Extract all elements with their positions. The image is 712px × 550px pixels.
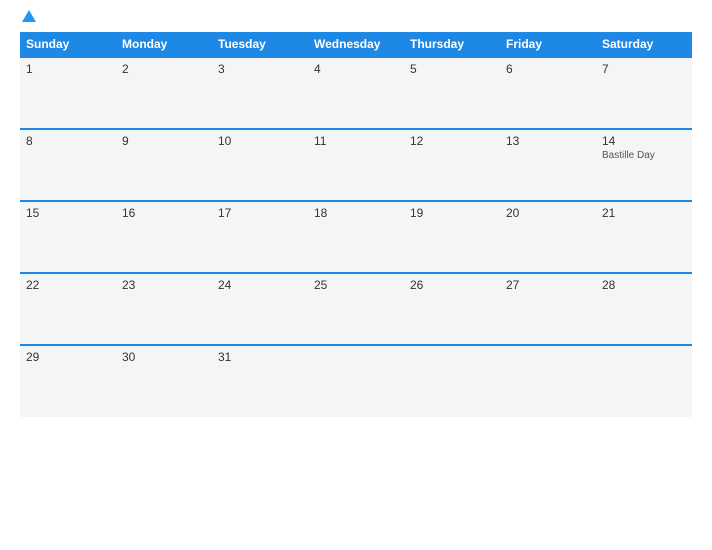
day-number: 7: [602, 62, 686, 76]
day-number: 16: [122, 206, 206, 220]
calendar-cell: 4: [308, 57, 404, 129]
calendar-week-3: 22 23 24 25 26 27 28: [20, 273, 692, 345]
calendar-cell: 29: [20, 345, 116, 417]
calendar-cell: [500, 345, 596, 417]
day-number: 22: [26, 278, 110, 292]
day-number: 25: [314, 278, 398, 292]
calendar-cell: 30: [116, 345, 212, 417]
calendar-body: 1234567891011121314Bastille Day151617181…: [20, 57, 692, 417]
day-number: 31: [218, 350, 302, 364]
calendar-cell: 14 Bastille Day: [596, 129, 692, 201]
calendar-header: SundayMondayTuesdayWednesdayThursdayFrid…: [20, 32, 692, 57]
calendar-table: SundayMondayTuesdayWednesdayThursdayFrid…: [20, 32, 692, 417]
calendar-cell: 24: [212, 273, 308, 345]
calendar-cell: 6: [500, 57, 596, 129]
day-number: 27: [506, 278, 590, 292]
logo: [20, 10, 36, 24]
day-number: 15: [26, 206, 110, 220]
calendar-cell: 22: [20, 273, 116, 345]
weekday-header-row: SundayMondayTuesdayWednesdayThursdayFrid…: [20, 32, 692, 57]
calendar-cell: [308, 345, 404, 417]
calendar-cell: [404, 345, 500, 417]
weekday-header-friday: Friday: [500, 32, 596, 57]
day-number: 14: [602, 134, 686, 148]
logo-triangle-icon: [22, 10, 36, 22]
calendar-cell: 11: [308, 129, 404, 201]
calendar-week-4: 29 30 31: [20, 345, 692, 417]
calendar-cell: 18: [308, 201, 404, 273]
calendar-cell: 13: [500, 129, 596, 201]
day-number: 20: [506, 206, 590, 220]
calendar-cell: 9: [116, 129, 212, 201]
day-number: 1: [26, 62, 110, 76]
calendar-week-1: 89 10 11 12 13 14 Bastille Day: [20, 129, 692, 201]
calendar-cell: 15: [20, 201, 116, 273]
day-number: 21: [602, 206, 686, 220]
day-number: 24: [218, 278, 302, 292]
calendar-cell: 12: [404, 129, 500, 201]
day-number: 8: [26, 134, 110, 148]
day-number: 10: [218, 134, 302, 148]
calendar-week-2: 15 16 17 18 19 20 21: [20, 201, 692, 273]
weekday-header-tuesday: Tuesday: [212, 32, 308, 57]
top-bar: [20, 10, 692, 24]
calendar-cell: 17: [212, 201, 308, 273]
weekday-header-saturday: Saturday: [596, 32, 692, 57]
calendar-cell: 21: [596, 201, 692, 273]
day-number: 26: [410, 278, 494, 292]
calendar-cell: 7: [596, 57, 692, 129]
day-number: 5: [410, 62, 494, 76]
weekday-header-thursday: Thursday: [404, 32, 500, 57]
calendar-week-0: 1234567: [20, 57, 692, 129]
calendar-cell: 19: [404, 201, 500, 273]
calendar-cell: 27: [500, 273, 596, 345]
day-number: 28: [602, 278, 686, 292]
calendar-cell: 5: [404, 57, 500, 129]
day-number: 2: [122, 62, 206, 76]
day-number: 30: [122, 350, 206, 364]
weekday-header-monday: Monday: [116, 32, 212, 57]
calendar-cell: 8: [20, 129, 116, 201]
calendar-cell: 3: [212, 57, 308, 129]
calendar-cell: 26: [404, 273, 500, 345]
holiday-name: Bastille Day: [602, 150, 686, 161]
day-number: 13: [506, 134, 590, 148]
calendar-cell: 20: [500, 201, 596, 273]
calendar-cell: 28: [596, 273, 692, 345]
day-number: 11: [314, 134, 398, 148]
day-number: 23: [122, 278, 206, 292]
calendar-cell: 25: [308, 273, 404, 345]
weekday-header-sunday: Sunday: [20, 32, 116, 57]
day-number: 29: [26, 350, 110, 364]
day-number: 3: [218, 62, 302, 76]
day-number: 6: [506, 62, 590, 76]
day-number: 18: [314, 206, 398, 220]
calendar-cell: 2: [116, 57, 212, 129]
calendar-cell: 16: [116, 201, 212, 273]
calendar-cell: 1: [20, 57, 116, 129]
day-number: 17: [218, 206, 302, 220]
calendar-cell: [596, 345, 692, 417]
calendar-cell: 10: [212, 129, 308, 201]
day-number: 4: [314, 62, 398, 76]
day-number: 19: [410, 206, 494, 220]
day-number: 12: [410, 134, 494, 148]
day-number: 9: [122, 134, 206, 148]
calendar-cell: 23: [116, 273, 212, 345]
calendar-cell: 31: [212, 345, 308, 417]
weekday-header-wednesday: Wednesday: [308, 32, 404, 57]
